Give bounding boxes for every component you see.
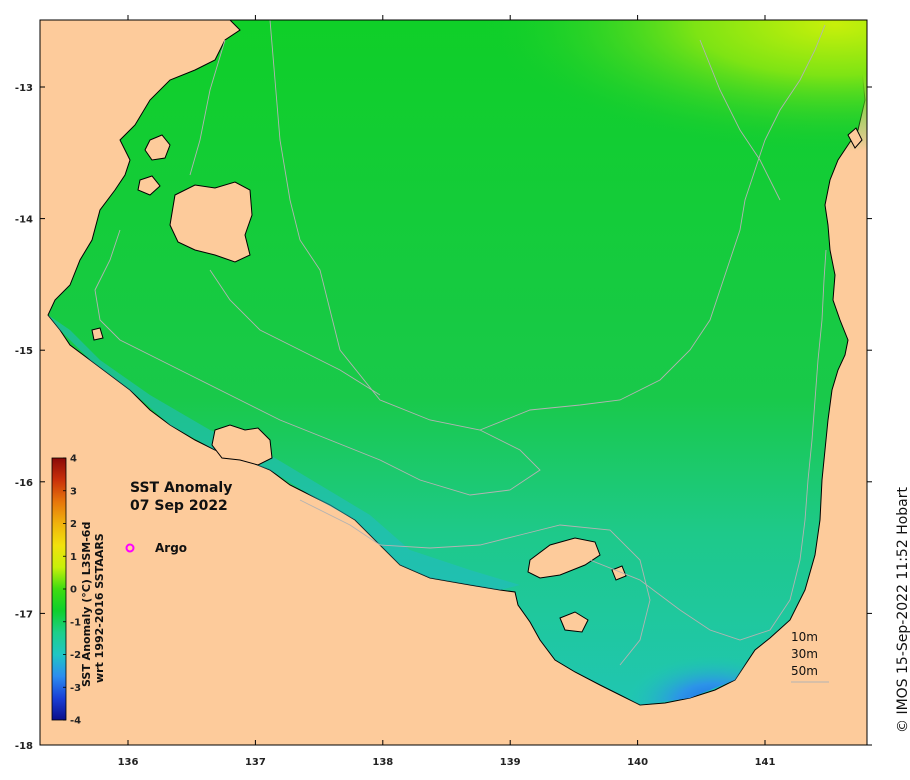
x-tick-label: 139 bbox=[500, 757, 521, 768]
y-tick-label: -16 bbox=[15, 478, 33, 489]
x-tick-label: 138 bbox=[372, 757, 393, 768]
colorbar-tick-label: 0 bbox=[70, 585, 77, 596]
colorbar-label-line2: wrt 1992-2016 SSTAARS bbox=[93, 533, 106, 683]
colorbar-label-line1: SST Anomaly (°C) L3SM-6d bbox=[80, 521, 93, 687]
x-tick-label: 136 bbox=[118, 757, 139, 768]
colorbar-tick-label: -4 bbox=[70, 716, 81, 727]
colorbar-tick-label: 4 bbox=[70, 454, 77, 465]
colorbar-tick-label: 1 bbox=[70, 552, 77, 563]
argo-label: Argo bbox=[155, 541, 187, 555]
contour-label-50m: 50m bbox=[791, 664, 818, 678]
map-title: SST Anomaly bbox=[130, 480, 232, 496]
y-tick-label: -17 bbox=[15, 609, 33, 620]
x-tick-label: 141 bbox=[755, 757, 776, 768]
colorbar-tick-label: 2 bbox=[70, 519, 77, 530]
x-tick-label: 137 bbox=[245, 757, 266, 768]
y-tick-label: -13 bbox=[15, 83, 33, 94]
contour-label-10m: 10m bbox=[791, 630, 818, 644]
y-tick-label: -18 bbox=[15, 741, 33, 752]
sst-anomaly-map: 136 137 138 139 140 141 -13 -14 -15 -16 -17 -18 4 3… bbox=[15, 15, 872, 768]
colorbar-tick-label: 3 bbox=[70, 486, 77, 497]
y-tick-label: -14 bbox=[15, 215, 33, 226]
x-tick-label: 140 bbox=[627, 757, 648, 768]
map-date: 07 Sep 2022 bbox=[130, 498, 228, 514]
y-tick-label: -15 bbox=[15, 346, 33, 357]
contour-label-30m: 30m bbox=[791, 647, 818, 661]
